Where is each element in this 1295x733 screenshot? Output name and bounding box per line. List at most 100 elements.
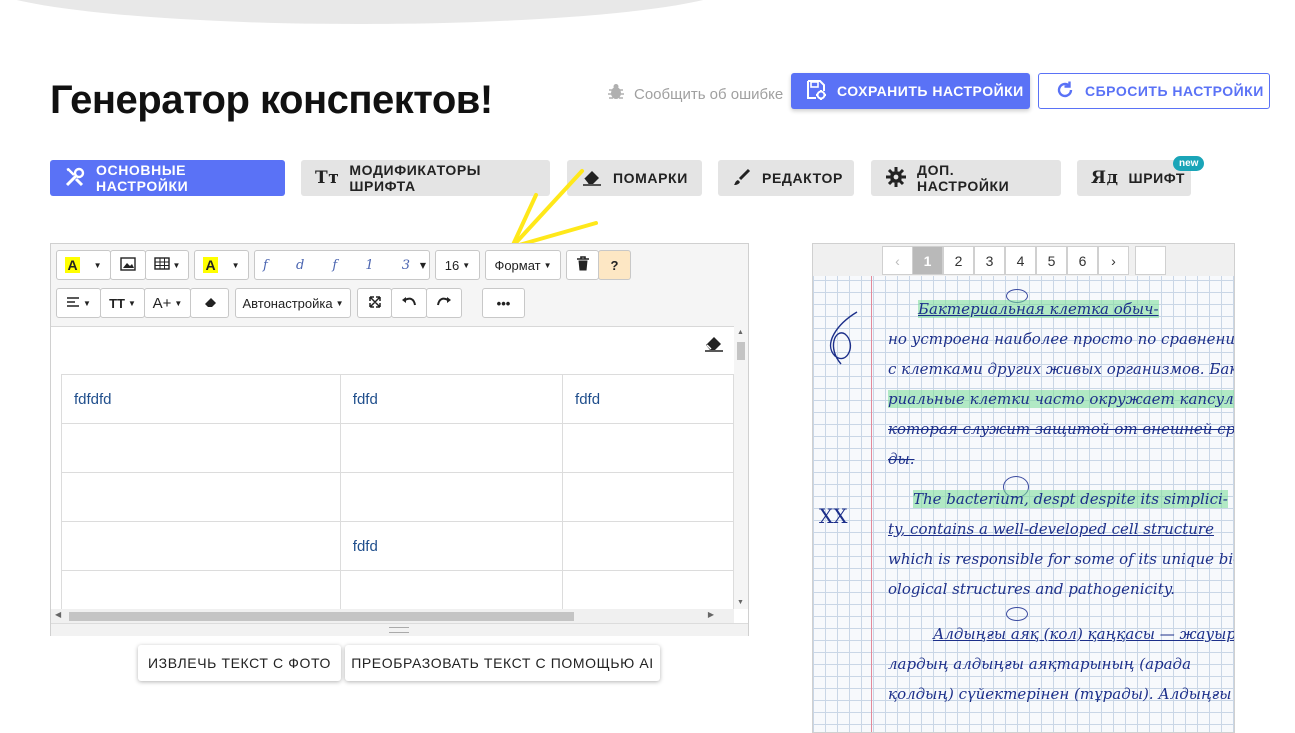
table-cell[interactable] [562, 472, 734, 522]
table-row: fdfdfd fdfd fdfd [61, 374, 734, 424]
flag-doodle [1006, 607, 1028, 621]
page-button[interactable]: 4 [1005, 246, 1036, 275]
help-button[interactable]: ? [598, 250, 631, 280]
save-settings-label: СОХРАНИТЬ НАСТРОЙКИ [837, 83, 1024, 99]
tab-font-label: ШРИФТ [1128, 170, 1185, 186]
editor-toolbar: A▼ ▼ A▼ f d f 1 3 ▼ 16▼ Формат▼ ? ▼ [51, 244, 748, 327]
page-button[interactable]: 5 [1036, 246, 1067, 275]
tab-editor[interactable]: РЕДАКТОР [718, 160, 854, 196]
table-cell[interactable] [339, 472, 564, 522]
table-cell[interactable] [339, 570, 564, 609]
horizontal-scrollbar[interactable]: ◀ ▶ [51, 609, 734, 623]
text-color-a-icon: A [203, 257, 218, 273]
note-line: с клетками других живых организмов. Бакт… [888, 360, 1235, 378]
more-label: ••• [496, 295, 511, 311]
scroll-up-arrow[interactable]: ▲ [737, 329, 744, 336]
table-icon [153, 257, 170, 273]
scroll-left-arrow[interactable]: ◀ [55, 610, 61, 619]
table-cell[interactable]: fdfd [339, 521, 564, 571]
redo-icon [436, 296, 452, 311]
extract-text-button[interactable]: ИЗВЛЕЧЬ ТЕКСТ С ФОТО [138, 645, 341, 681]
next-page-button[interactable]: › [1098, 246, 1129, 275]
reset-settings-button[interactable]: СБРОСИТЬ НАСТРОЙКИ [1038, 73, 1270, 109]
note-line: ды. [888, 450, 915, 468]
delete-button[interactable] [566, 250, 599, 280]
tab-main-settings-label: ОСНОВНЫЕ НАСТРОЙКИ [96, 162, 189, 194]
margin-line [871, 244, 872, 732]
table-cell[interactable]: fdfd [562, 374, 734, 424]
table-cell[interactable] [61, 570, 341, 609]
page-button[interactable]: 2 [943, 246, 974, 275]
fullscreen-button[interactable] [357, 288, 392, 318]
bug-icon [606, 82, 626, 106]
format-label: Формат [494, 257, 541, 273]
table-row [61, 472, 734, 522]
table-cell[interactable]: fdfd [339, 374, 564, 424]
horizontal-scroll-thumb[interactable] [69, 612, 574, 621]
font-grow-label: A+ [152, 294, 172, 312]
arrow-annotation [510, 169, 598, 249]
tab-blots-label: ПОМАРКИ [613, 170, 688, 186]
text-size-label: TT [109, 295, 125, 311]
page-button[interactable]: 1 [912, 246, 943, 275]
note-line: The bacterium, despt despite its simplic… [913, 490, 1228, 508]
table-row [61, 570, 734, 609]
prev-page-button[interactable]: ‹ [882, 246, 913, 275]
editor-resize-bar[interactable] [51, 623, 748, 636]
expand-icon [368, 295, 382, 312]
page-button[interactable]: 6 [1067, 246, 1098, 275]
note-line: қолдың) сүйектерінен (тұрады). Алдыңғы а… [888, 685, 1235, 703]
table-cell[interactable] [339, 423, 564, 473]
autosettings-dropdown[interactable]: Автонастройка ▼ [235, 288, 351, 318]
save-settings-icon [805, 79, 827, 104]
tab-main-settings[interactable]: ОСНОВНЫЕ НАСТРОЙКИ [50, 160, 285, 196]
insert-table-button[interactable]: ▼ [145, 250, 189, 280]
vertical-scroll-thumb[interactable] [737, 342, 745, 360]
gear-icon [885, 166, 907, 191]
report-bug-link[interactable]: Сообщить об ошибке [606, 82, 783, 106]
undo-button[interactable] [391, 288, 427, 318]
note-line: which is responsible for some of its uni… [888, 550, 1235, 568]
save-settings-button[interactable]: СОХРАНИТЬ НАСТРОЙКИ [791, 73, 1030, 109]
header-decoration [0, 0, 740, 24]
table-cell[interactable] [61, 472, 341, 522]
text-size-button[interactable]: TT ▼ [100, 288, 145, 318]
clear-eraser-icon[interactable] [703, 334, 725, 357]
editor-content[interactable]: fdfdfd fdfd fdfd fdfd [51, 326, 734, 609]
page-button[interactable]: 3 [974, 246, 1005, 275]
tab-extra-settings[interactable]: ДОП. НАСТРОЙКИ [871, 160, 1061, 196]
rich-text-editor: A▼ ▼ A▼ f d f 1 3 ▼ 16▼ Формат▼ ? ▼ [50, 243, 749, 636]
table-cell[interactable] [61, 423, 341, 473]
page-input[interactable] [1135, 246, 1166, 275]
format-dropdown[interactable]: Формат ▼ [485, 250, 561, 280]
refresh-icon [1055, 80, 1075, 103]
insert-image-button[interactable] [110, 250, 146, 280]
trash-icon [576, 256, 590, 274]
redo-button[interactable] [426, 288, 462, 318]
help-label: ? [610, 257, 619, 273]
tools-icon [64, 166, 86, 191]
font-size-value: 16 [444, 257, 460, 273]
content-table: fdfdfd fdfd fdfd fdfd [61, 374, 734, 609]
text-color-button[interactable]: A ▼ [194, 250, 249, 280]
vertical-scrollbar[interactable]: ▲ ▼ [734, 326, 748, 609]
align-icon [66, 296, 80, 311]
doodle-scribble [829, 311, 858, 365]
align-button[interactable]: ▼ [56, 288, 101, 318]
scroll-right-arrow[interactable]: ▶ [708, 610, 714, 619]
table-cell[interactable] [562, 423, 734, 473]
font-size-select[interactable]: 16 ▼ [435, 250, 480, 280]
table-cell[interactable]: fdfdfd [61, 374, 341, 424]
note-line: лардың алдыңғы аяқтарының (арада [888, 655, 1192, 673]
scroll-down-arrow[interactable]: ▼ [737, 599, 744, 606]
eraser-small-icon [203, 296, 217, 311]
more-button[interactable]: ••• [482, 288, 525, 318]
font-family-select[interactable]: f d f 1 3 ▼ [254, 250, 430, 280]
table-cell[interactable] [562, 521, 734, 571]
clear-format-button[interactable] [190, 288, 229, 318]
font-grow-button[interactable]: A+ ▼ [144, 288, 191, 318]
table-cell[interactable] [61, 521, 341, 571]
highlight-color-button[interactable]: A ▼ [56, 250, 111, 280]
table-cell[interactable] [562, 570, 734, 609]
ai-transform-button[interactable]: ПРЕОБРАЗОВАТЬ ТЕКСТ С ПОМОЩЬЮ AI [345, 645, 660, 681]
